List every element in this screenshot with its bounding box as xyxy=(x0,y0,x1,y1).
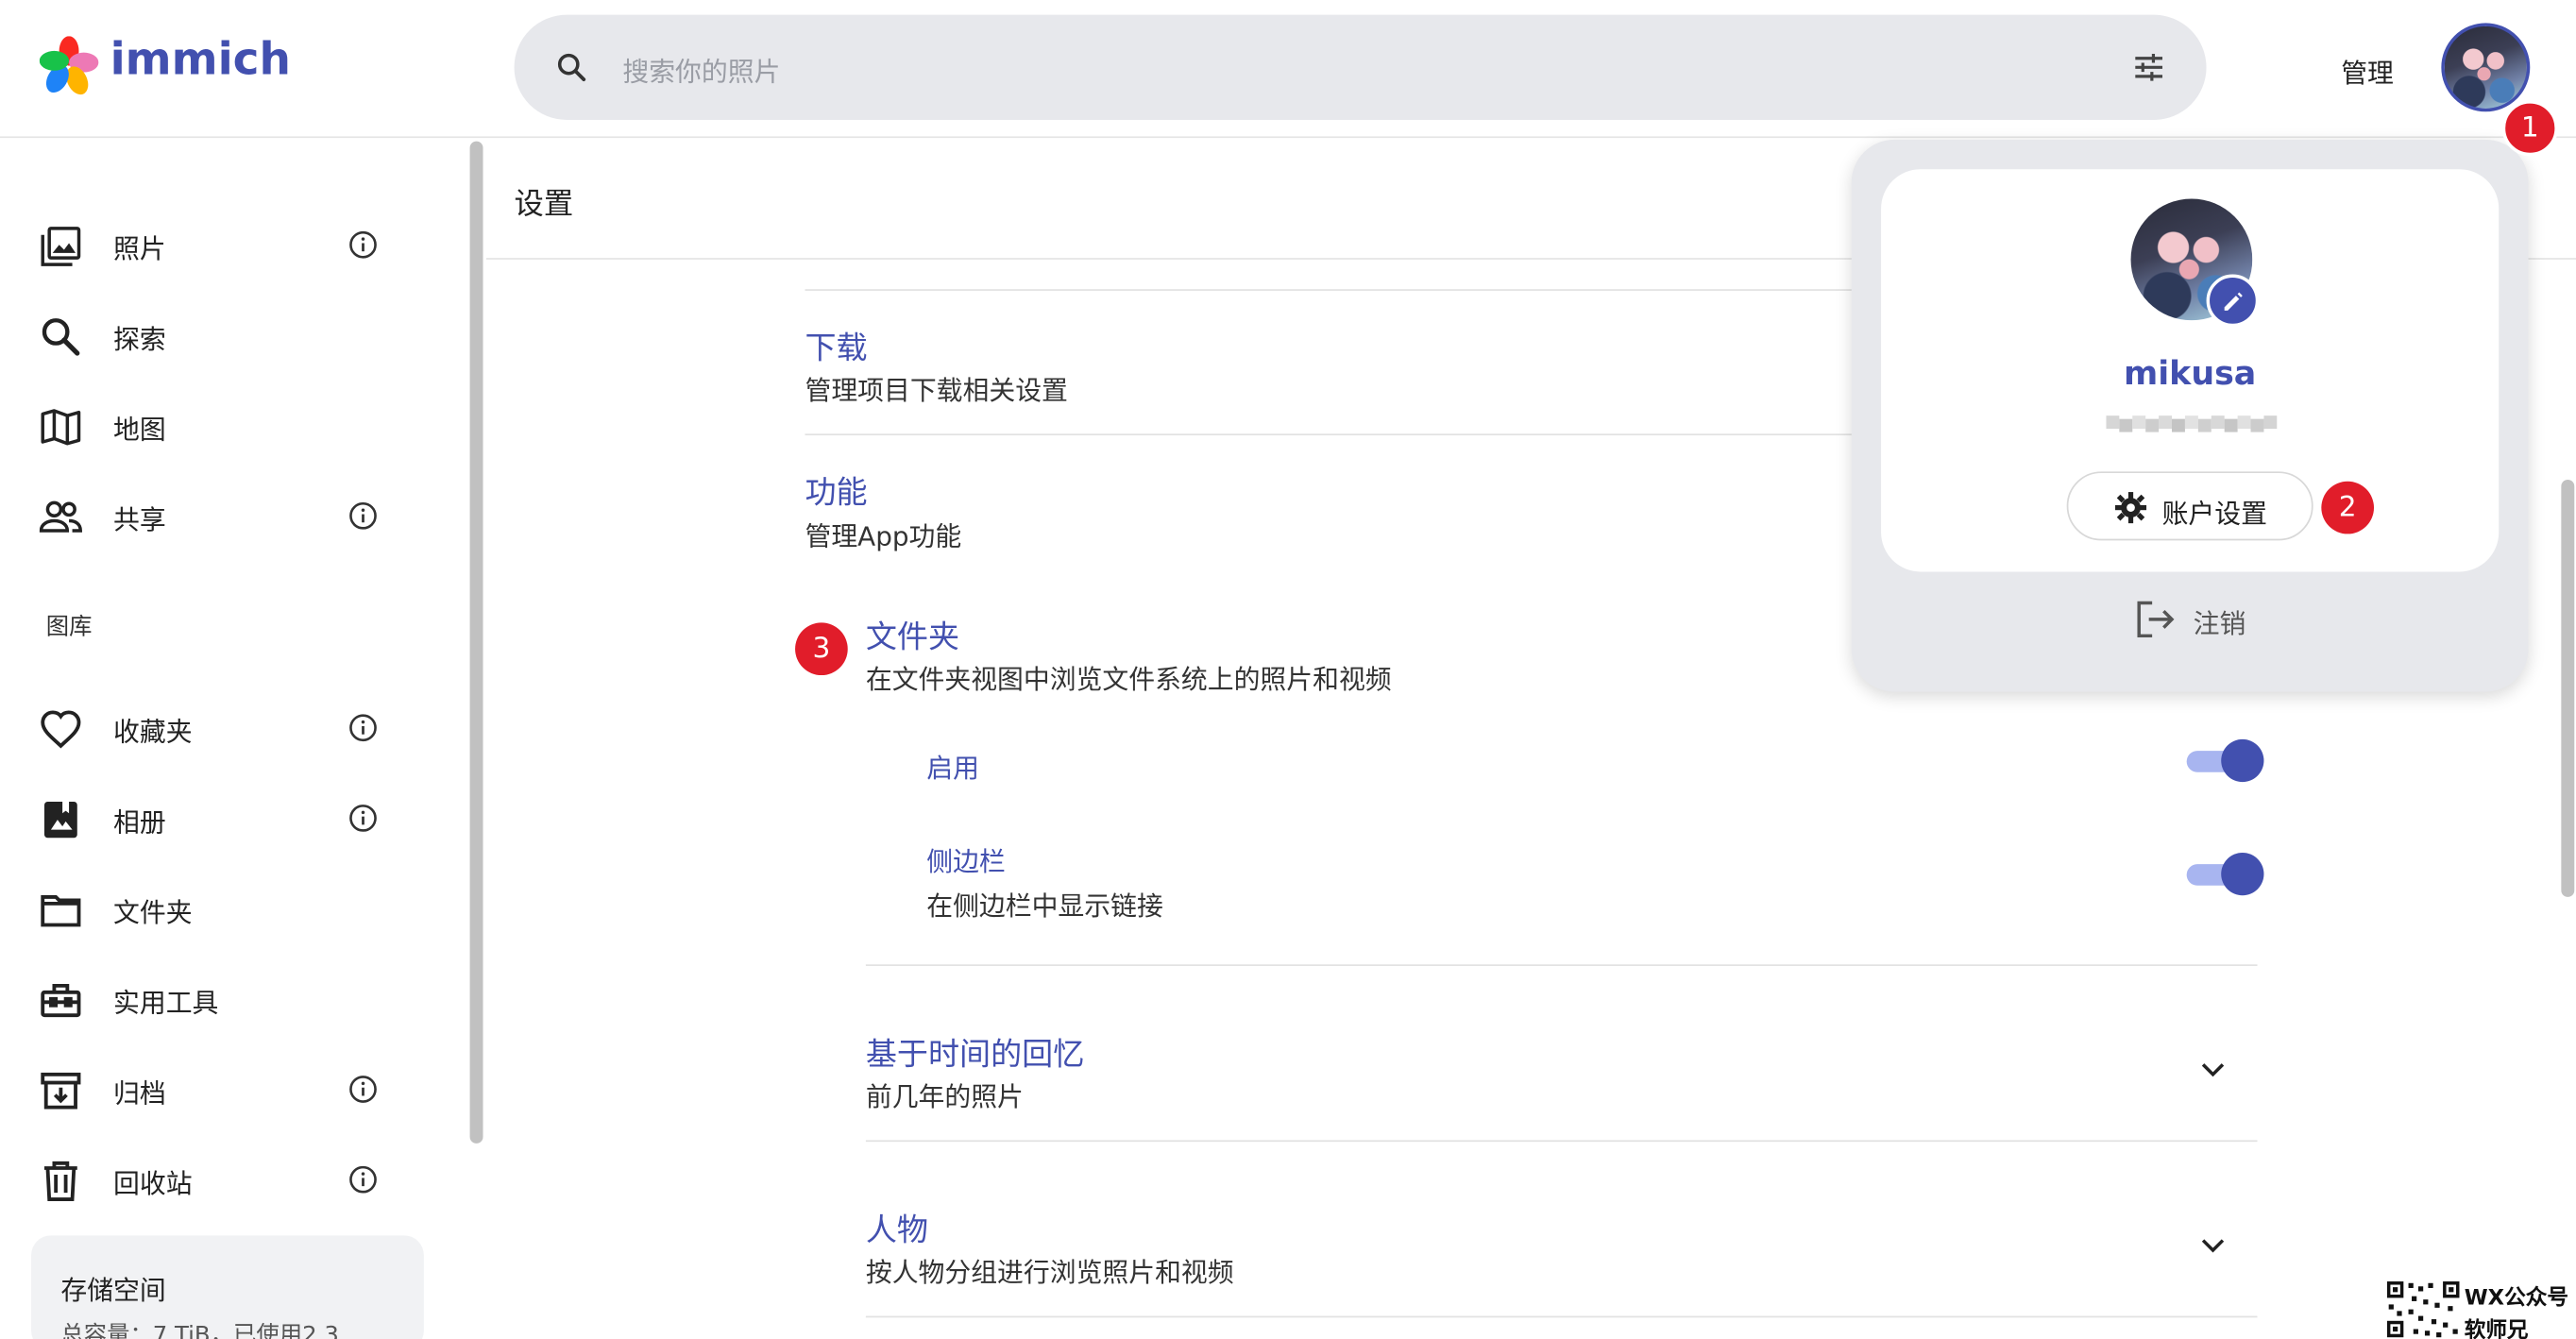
search-icon xyxy=(40,315,82,358)
toggle-knob xyxy=(2221,738,2264,783)
map-icon xyxy=(40,406,82,449)
info-icon[interactable] xyxy=(348,713,378,742)
sidebar-item-map[interactable]: 地图 xyxy=(0,386,470,466)
sidebar-item-utilities[interactable]: 实用工具 xyxy=(0,959,470,1039)
download-section-desc: 管理项目下载相关设置 xyxy=(805,374,1068,406)
sidebar-item-label: 相册 xyxy=(113,806,166,839)
sidebar-item-label: 地图 xyxy=(113,414,166,446)
sidebar-item-photos[interactable]: 照片 xyxy=(0,205,470,284)
search-bar[interactable]: 搜索你的照片 xyxy=(514,14,2207,121)
folder-icon xyxy=(40,889,82,931)
account-card: mikusa 账户设置 2 xyxy=(1881,169,2500,572)
annotation-badge-1: 1 xyxy=(2501,100,2558,157)
sidebar-item-label: 探索 xyxy=(113,323,166,355)
search-icon[interactable] xyxy=(553,49,589,85)
people-section-title[interactable]: 人物 xyxy=(866,1206,928,1250)
sidebar-item-archive[interactable]: 归档 xyxy=(0,1050,470,1129)
account-email-redacted xyxy=(2106,411,2278,437)
gear-icon xyxy=(2114,491,2147,524)
divider xyxy=(865,1315,2258,1318)
features-section-title[interactable]: 功能 xyxy=(805,468,868,513)
storage-panel[interactable]: 存储空间 总容量：7 TiB，已使用2.3 xyxy=(31,1235,424,1339)
logout-icon[interactable] xyxy=(2134,598,2177,640)
sidebar-item-label: 回收站 xyxy=(113,1167,193,1200)
features-section-desc: 管理App功能 xyxy=(805,520,962,552)
download-section-title[interactable]: 下载 xyxy=(805,324,868,368)
archive-icon xyxy=(40,1070,82,1112)
sidebar-item-albums[interactable]: 相册 xyxy=(0,779,470,858)
app-root: immich 搜索你的照片 管理 照片 探索 地图 共享 图库 收藏夹 相册 文… xyxy=(0,0,2576,1339)
toolbox-icon xyxy=(40,979,82,1022)
watermark-line1: WX公众号 xyxy=(2464,1286,2568,1312)
account-settings-label: 账户设置 xyxy=(2161,498,2267,530)
toggle-knob xyxy=(2221,852,2264,896)
storage-detail: 总容量：7 TiB，已使用2.3 xyxy=(60,1322,339,1339)
info-icon[interactable] xyxy=(348,1165,378,1195)
annotation-badge-2: 2 xyxy=(2321,481,2375,534)
account-popup: mikusa 账户设置 2 注销 xyxy=(1851,139,2529,692)
immich-logo-icon[interactable] xyxy=(39,36,99,95)
sidebar-item-label: 共享 xyxy=(113,504,166,536)
account-username: mikusa xyxy=(2123,353,2257,393)
page-title: 设置 xyxy=(514,187,574,222)
qr-code-icon xyxy=(2385,1280,2462,1339)
search-input[interactable]: 搜索你的照片 xyxy=(622,49,780,89)
user-avatar-button[interactable] xyxy=(2441,23,2531,112)
folders-section-title[interactable]: 文件夹 xyxy=(866,613,959,657)
sidebar-item-label: 照片 xyxy=(113,233,166,265)
account-settings-button[interactable]: 账户设置 xyxy=(2066,471,2313,541)
edit-avatar-button[interactable] xyxy=(2206,274,2260,328)
sidebar-item-label: 文件夹 xyxy=(113,896,193,928)
info-icon[interactable] xyxy=(348,501,378,531)
info-icon[interactable] xyxy=(348,804,378,833)
brand-name[interactable]: immich xyxy=(110,35,291,86)
memories-section-desc: 前几年的照片 xyxy=(865,1080,1024,1112)
sidebar-item-explore[interactable]: 探索 xyxy=(0,296,470,375)
top-bar: immich 搜索你的照片 管理 xyxy=(0,0,2576,139)
people-section-desc: 按人物分组进行浏览照片和视频 xyxy=(865,1256,1234,1289)
admin-link[interactable]: 管理 xyxy=(2341,51,2394,91)
folders-enable-label: 启用 xyxy=(926,752,979,784)
sidebar-scrollbar[interactable] xyxy=(469,141,483,1144)
sidebar-item-label: 归档 xyxy=(113,1077,166,1110)
folders-section-desc: 在文件夹视图中浏览文件系统上的照片和视频 xyxy=(865,663,1392,695)
watermark-line2: 软师兄 xyxy=(2464,1319,2529,1339)
photos-icon xyxy=(40,225,82,267)
divider xyxy=(865,1140,2258,1143)
trash-icon xyxy=(40,1160,82,1202)
divider xyxy=(865,964,2258,967)
logout-label[interactable]: 注销 xyxy=(2194,602,2246,641)
sidebar-item-folders[interactable]: 文件夹 xyxy=(0,869,470,948)
sidebar-item-label: 实用工具 xyxy=(113,987,219,1019)
sidebar-item-sharing[interactable]: 共享 xyxy=(0,477,470,556)
search-filter-icon[interactable] xyxy=(2131,49,2167,85)
sidebar-item-favorites[interactable]: 收藏夹 xyxy=(0,688,470,768)
folders-sidebar-desc: 在侧边栏中显示链接 xyxy=(926,890,1163,923)
storage-title: 存储空间 xyxy=(60,1275,166,1307)
info-icon[interactable] xyxy=(348,1075,378,1104)
annotation-badge-3: 3 xyxy=(795,622,848,676)
main-scrollbar[interactable] xyxy=(2561,480,2575,897)
chevron-down-icon[interactable] xyxy=(2196,1053,2229,1086)
chevron-down-icon[interactable] xyxy=(2196,1229,2229,1262)
sidebar-item-label: 收藏夹 xyxy=(113,716,193,748)
memories-section-title[interactable]: 基于时间的回忆 xyxy=(866,1030,1084,1075)
heart-icon xyxy=(40,708,82,751)
library-heading: 图库 xyxy=(45,614,93,641)
people-icon xyxy=(39,496,82,538)
info-icon[interactable] xyxy=(348,230,378,260)
pencil-icon xyxy=(2221,289,2244,312)
folders-enable-toggle[interactable] xyxy=(2186,738,2264,783)
sidebar-item-trash[interactable]: 回收站 xyxy=(0,1140,470,1219)
folders-sidebar-label: 侧边栏 xyxy=(926,845,1006,878)
folders-sidebar-toggle[interactable] xyxy=(2186,852,2264,896)
album-icon xyxy=(40,799,82,841)
